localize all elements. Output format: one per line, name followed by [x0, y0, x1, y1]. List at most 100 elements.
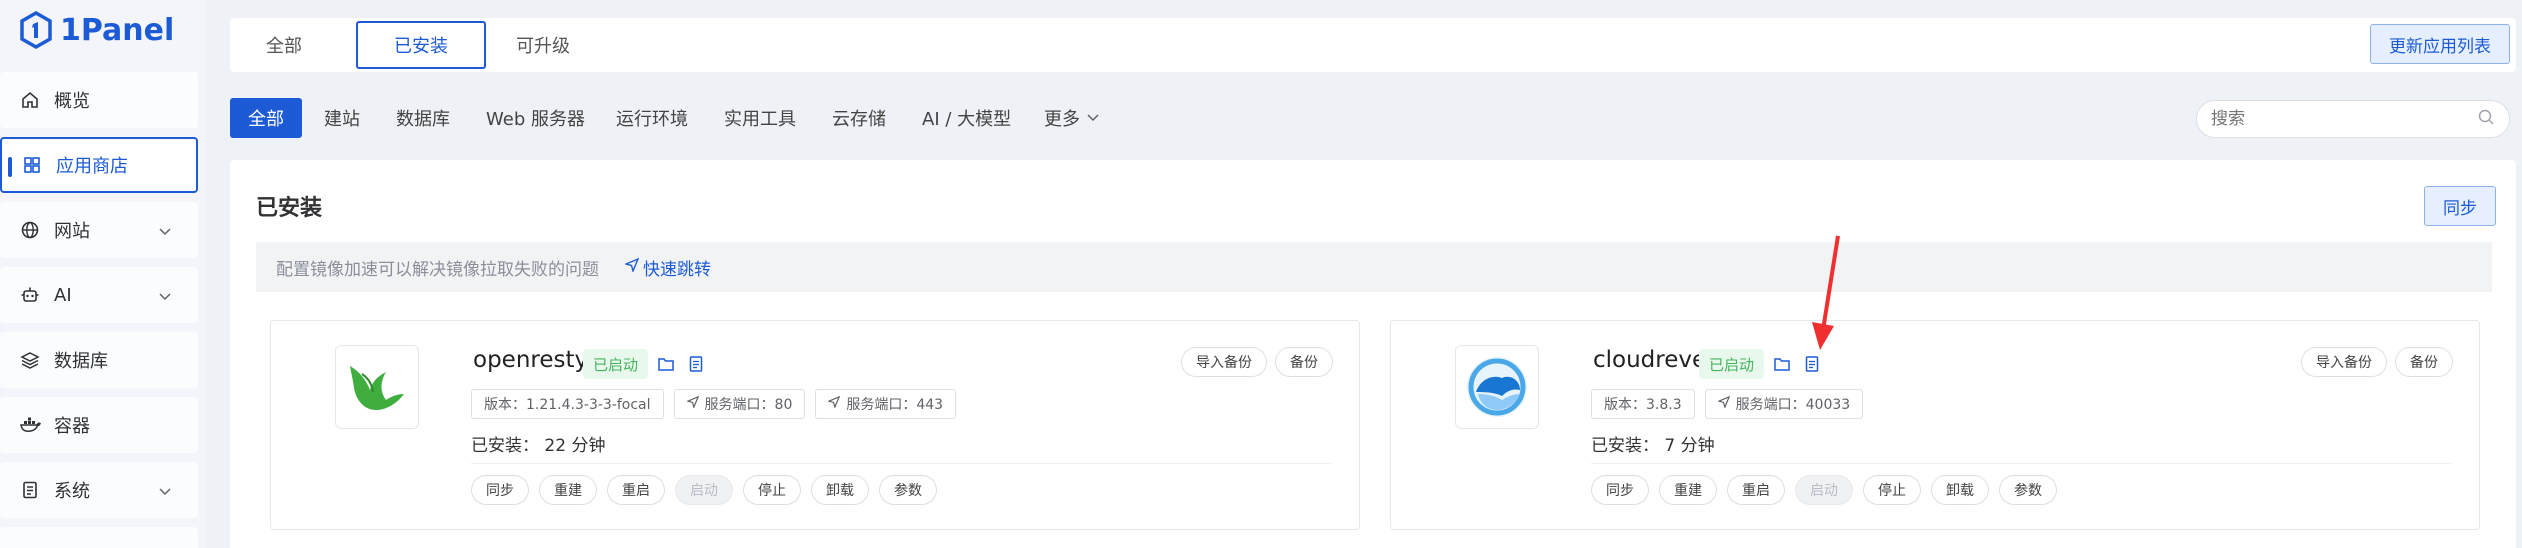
- search-input[interactable]: [2211, 109, 2477, 129]
- system-icon: [18, 478, 42, 502]
- app-meta: 版本：1.21.4.3-3-3-focal 服务端口：80 服务端口：443: [471, 389, 957, 419]
- main-content: 全部 已安装 可升级 更新应用列表 全部 建站 数据库 Web 服务器 运行环境…: [230, 0, 2522, 548]
- category-cloud-storage[interactable]: 云存储: [832, 98, 886, 138]
- category-tools[interactable]: 实用工具: [724, 98, 796, 138]
- divider: [471, 463, 1331, 464]
- import-backup-button[interactable]: 导入备份: [1181, 347, 1267, 377]
- rebuild-button[interactable]: 重建: [1659, 475, 1717, 505]
- panel-title: 已安装: [256, 196, 323, 221]
- sync-op-button[interactable]: 同步: [1591, 475, 1649, 505]
- port-text-2: 服务端口：443: [846, 397, 944, 413]
- send-icon: [827, 395, 841, 412]
- chevron-down-icon: [158, 222, 172, 236]
- params-button[interactable]: 参数: [1999, 475, 2057, 505]
- tab-all[interactable]: 全部: [230, 21, 338, 69]
- category-ai-llm[interactable]: AI / 大模型: [922, 98, 1011, 138]
- 1panel-logo-icon: [18, 11, 54, 49]
- sidebar-item-database[interactable]: 数据库: [0, 332, 198, 388]
- sidebar-item-website[interactable]: 网站: [0, 202, 198, 258]
- layers-icon: [18, 348, 42, 372]
- tab-upgradable[interactable]: 可升级: [480, 21, 606, 69]
- category-more-label: 更多: [1044, 109, 1080, 130]
- category-more[interactable]: 更多: [1044, 98, 1100, 138]
- docker-icon: [18, 413, 42, 437]
- app-meta: 版本：3.8.3 服务端口：40033: [1591, 389, 1864, 419]
- category-website[interactable]: 建站: [324, 98, 360, 138]
- uninstall-button[interactable]: 卸载: [811, 475, 869, 505]
- mirror-notice: 配置镜像加速可以解决镜像拉取失败的问题 快速跳转: [256, 242, 2492, 292]
- sidebar-item-label: AI: [54, 284, 72, 306]
- document-icon[interactable]: [1803, 355, 1823, 375]
- send-icon: [623, 257, 640, 277]
- sidebar-item-container[interactable]: 容器: [0, 397, 198, 453]
- sidebar-item-label: 数据库: [54, 351, 108, 372]
- app-operations: 同步 重建 重启 启动 停止 卸载 参数: [471, 475, 937, 505]
- status-badge: 已启动: [583, 349, 649, 379]
- folder-icon[interactable]: [657, 355, 677, 375]
- backup-button[interactable]: 备份: [1275, 347, 1333, 377]
- port-text: 服务端口：40033: [1735, 397, 1851, 413]
- stop-button[interactable]: 停止: [743, 475, 801, 505]
- sidebar: 1Panel 概览 应用商店 网站 AI 数据库 容器 系统: [0, 0, 206, 548]
- port-chip: 服务端口：80: [673, 389, 806, 419]
- start-button[interactable]: 启动: [675, 475, 733, 505]
- category-runtime[interactable]: 运行环境: [616, 98, 688, 138]
- grid-icon: [20, 153, 44, 177]
- chevron-down-icon: [1086, 108, 1100, 129]
- version-text: 版本：3.8.3: [1604, 397, 1682, 413]
- quick-jump-label: 快速跳转: [643, 259, 711, 280]
- globe-icon: [18, 218, 42, 242]
- category-filter-bar: 全部 建站 数据库 Web 服务器 运行环境 实用工具 云存储 AI / 大模型…: [230, 98, 2516, 138]
- start-button[interactable]: 启动: [1795, 475, 1853, 505]
- top-tabs-bar: 全部 已安装 可升级 更新应用列表: [230, 18, 2516, 72]
- quick-jump-link[interactable]: 快速跳转: [623, 255, 711, 280]
- search-icon[interactable]: [2477, 108, 2495, 130]
- import-backup-button[interactable]: 导入备份: [2301, 347, 2387, 377]
- sidebar-item-label: 系统: [54, 481, 90, 502]
- category-database[interactable]: 数据库: [396, 98, 450, 138]
- chevron-down-icon: [158, 482, 172, 496]
- update-app-list-button[interactable]: 更新应用列表: [2370, 24, 2510, 64]
- sidebar-item-label: 概览: [54, 91, 90, 112]
- sidebar-menu: 概览 应用商店 网站 AI 数据库 容器 系统: [0, 72, 198, 548]
- sync-op-button[interactable]: 同步: [471, 475, 529, 505]
- status-badge: 已启动: [1699, 349, 1765, 379]
- openresty-logo-icon: [335, 345, 419, 429]
- app-operations: 同步 重建 重启 启动 停止 卸载 参数: [1591, 475, 2057, 505]
- chevron-down-icon: [158, 287, 172, 301]
- search-box: [2196, 100, 2510, 138]
- version-chip: 版本：3.8.3: [1591, 389, 1695, 419]
- backup-button[interactable]: 备份: [2395, 347, 2453, 377]
- app-card-cloudreve: cloudreve 已启动 导入备份 备份 版本：3.8.3 服务端口：4003…: [1390, 320, 2480, 530]
- installed-time: 已安装： 7 分钟: [1591, 436, 1715, 456]
- sidebar-item-ai[interactable]: AI: [0, 267, 198, 323]
- rebuild-button[interactable]: 重建: [539, 475, 597, 505]
- app-card-openresty: openresty 已启动 导入备份 备份 版本：1.21.4.3-3-3-fo…: [270, 320, 1360, 530]
- category-web-server[interactable]: Web 服务器: [486, 98, 585, 138]
- sidebar-item-system[interactable]: 系统: [0, 462, 198, 518]
- restart-button[interactable]: 重启: [1727, 475, 1785, 505]
- version-chip: 版本：1.21.4.3-3-3-focal: [471, 389, 664, 419]
- sidebar-item-overview[interactable]: 概览: [0, 72, 198, 128]
- sync-button[interactable]: 同步: [2424, 186, 2496, 226]
- app-logo[interactable]: 1Panel: [18, 8, 174, 52]
- sidebar-item-appstore[interactable]: 应用商店: [0, 137, 198, 193]
- sidebar-item-next[interactable]: [0, 527, 198, 548]
- installed-time: 已安装： 22 分钟: [471, 436, 606, 456]
- notice-text: 配置镜像加速可以解决镜像拉取失败的问题: [276, 259, 599, 280]
- restart-button[interactable]: 重启: [607, 475, 665, 505]
- sidebar-item-label: 网站: [54, 221, 90, 242]
- category-all[interactable]: 全部: [230, 98, 302, 138]
- document-icon[interactable]: [687, 355, 707, 375]
- divider: [1591, 463, 2451, 464]
- sidebar-item-label: 容器: [54, 416, 90, 437]
- robot-icon: [18, 283, 42, 307]
- send-icon: [1716, 395, 1730, 412]
- stop-button[interactable]: 停止: [1863, 475, 1921, 505]
- installed-panel: 已安装 同步 配置镜像加速可以解决镜像拉取失败的问题 快速跳转 openrest…: [230, 160, 2516, 548]
- tab-installed[interactable]: 已安装: [356, 21, 486, 69]
- backup-actions: 导入备份 备份: [2301, 347, 2453, 377]
- uninstall-button[interactable]: 卸载: [1931, 475, 1989, 505]
- params-button[interactable]: 参数: [879, 475, 937, 505]
- folder-icon[interactable]: [1773, 355, 1793, 375]
